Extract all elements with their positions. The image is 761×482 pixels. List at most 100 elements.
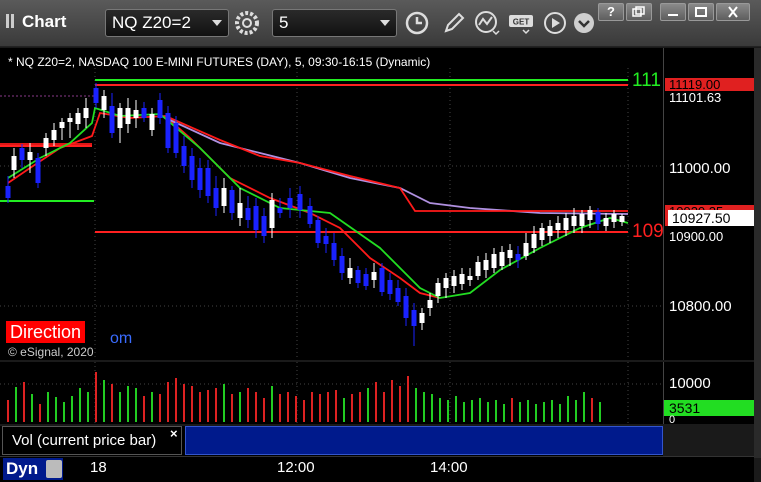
volume-bar	[407, 376, 409, 422]
clock-icon[interactable]	[403, 9, 431, 37]
time-axis[interactable]: Dyn 18 12:00 14:00	[0, 456, 754, 482]
price-axis[interactable]: 11000.00 10800.00 11119.0011101.6310920.…	[663, 48, 754, 360]
volume-bar	[223, 384, 225, 422]
volume-bar	[127, 386, 129, 422]
red-ma-slow	[169, 117, 628, 212]
volume-bar	[599, 402, 601, 422]
restore-button[interactable]	[626, 3, 652, 21]
volume-bar	[63, 402, 65, 422]
pencil-draw-icon[interactable]	[440, 9, 468, 37]
candle-body	[403, 296, 409, 318]
volume-bar	[351, 394, 353, 422]
volume-legend-bar: Vol (current price bar) ×	[0, 426, 663, 456]
price-chart-pane[interactable]: * NQ Z20=2, NASDAQ 100 E-MINI FUTURES (D…	[0, 48, 663, 360]
candle-body	[539, 228, 545, 240]
candle-body	[387, 280, 393, 294]
x-tick-label: 14:00	[430, 459, 468, 476]
candle-body	[75, 113, 81, 124]
candle-body	[133, 110, 139, 118]
red-level-label: 109	[632, 221, 663, 242]
volume-bar	[511, 398, 513, 422]
candle-body	[371, 272, 377, 280]
volume-bar	[119, 392, 121, 422]
play-icon[interactable]	[541, 9, 569, 37]
volume-pane[interactable]	[0, 362, 663, 424]
volume-bar	[519, 402, 521, 422]
direction-label: Direction	[6, 321, 86, 343]
volume-bar	[487, 402, 489, 422]
volume-bar	[543, 402, 545, 422]
app-title: Chart	[22, 12, 67, 31]
candle-body	[43, 138, 49, 148]
dyn-button[interactable]: Dyn	[3, 458, 63, 480]
x-tick-label: 12:00	[277, 459, 315, 476]
volume-bar	[255, 392, 257, 422]
get-data-icon[interactable]: GET	[507, 9, 537, 37]
candle-body	[67, 118, 73, 122]
price-chart	[0, 68, 663, 360]
volume-bar	[167, 382, 169, 422]
volume-bar	[7, 400, 9, 422]
candle-body	[189, 156, 195, 180]
volume-legend-box[interactable]: Vol (current price bar)	[2, 426, 182, 455]
volume-bar	[151, 392, 153, 422]
volume-bar	[135, 388, 137, 422]
candle-body	[205, 168, 211, 196]
purple-ma-line	[169, 119, 629, 215]
candle-body	[173, 123, 179, 153]
volume-tag: 3531	[664, 400, 754, 416]
volume-axis[interactable]: 10000 3531 0	[663, 362, 754, 426]
candle-body	[595, 212, 601, 224]
volume-bar	[183, 384, 185, 422]
symbol-combo[interactable]: NQ Z20=2	[105, 9, 229, 37]
symbol-value: NQ Z20=2	[112, 13, 191, 32]
volume-chart	[0, 362, 663, 424]
minimize-button[interactable]	[660, 3, 686, 21]
close-button[interactable]	[716, 3, 750, 21]
volume-bar	[71, 396, 73, 422]
candle-body	[261, 216, 267, 236]
volume-bar	[287, 392, 289, 422]
volume-bar	[415, 388, 417, 422]
candle-body	[93, 88, 99, 103]
close-legend-icon[interactable]: ×	[170, 426, 178, 441]
candle-body	[181, 146, 187, 166]
candle-body	[619, 216, 625, 222]
green-level-label: 111	[632, 70, 661, 91]
volume-bar	[303, 400, 305, 422]
volume-bar	[503, 404, 505, 422]
maximize-button[interactable]	[688, 3, 714, 21]
title-bar: Chart NQ Z20=2 5 GET ?	[0, 0, 761, 47]
candle-body	[221, 188, 227, 206]
menu-dropdown-icon[interactable]	[570, 9, 598, 37]
candle-body	[611, 214, 617, 222]
volume-bar	[231, 394, 233, 422]
interval-combo[interactable]: 5	[272, 9, 397, 37]
candle-body	[459, 274, 465, 284]
window-edge	[754, 48, 761, 458]
svg-text:GET: GET	[513, 18, 530, 27]
volume-bar	[471, 400, 473, 422]
price-tag: 10900.00	[665, 230, 754, 244]
green-ma-line	[7, 106, 629, 299]
volume-bar	[439, 398, 441, 422]
volume-bar	[463, 402, 465, 422]
candle-body	[571, 216, 577, 226]
volume-bar	[247, 388, 249, 422]
candle-body	[363, 274, 369, 286]
candle-body	[165, 113, 171, 148]
study-chart-icon[interactable]	[473, 9, 501, 37]
help-button[interactable]: ?	[598, 3, 624, 21]
candle-body	[245, 208, 251, 220]
candle-body	[523, 243, 529, 256]
candle-body	[331, 243, 337, 260]
y-tick-label: 11000.00	[669, 160, 731, 177]
volume-bar	[263, 398, 265, 422]
candle-body	[579, 214, 585, 226]
volume-bar	[23, 382, 25, 422]
settings-gear-icon[interactable]	[233, 9, 261, 37]
volume-bar	[575, 400, 577, 422]
chevron-down-icon	[380, 20, 390, 26]
candle-body	[443, 278, 449, 288]
candle-body	[101, 96, 107, 110]
